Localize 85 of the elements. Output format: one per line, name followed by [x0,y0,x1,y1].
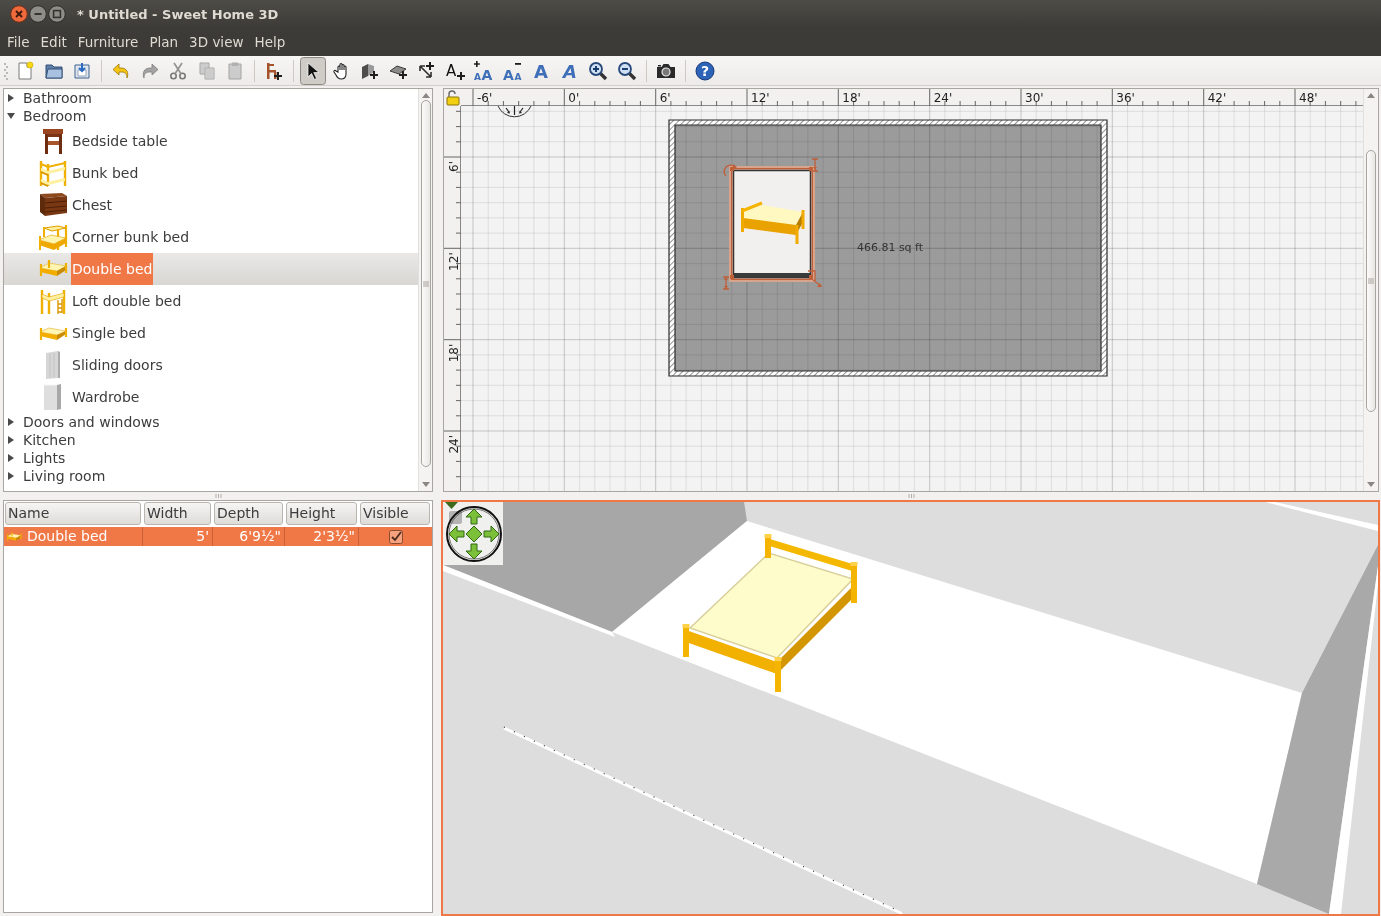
bold-text-icon[interactable]: A [531,60,551,81]
scroll-down-icon[interactable] [1367,482,1375,487]
table-cell: 6'9½" [213,527,285,546]
table-cell: Double bed [27,527,108,546]
catalog-item[interactable]: Bedside table [4,125,418,157]
ruler-label: 6' [447,161,461,172]
ruler-label: 12' [447,252,461,271]
scroll-up-icon[interactable] [421,93,430,98]
chair-plus-icon[interactable] [264,60,284,81]
resize-indicator-icon[interactable] [807,270,822,287]
scrollbar[interactable] [418,89,432,491]
ruler-label: 48' [1299,91,1318,105]
ruler-label: -6' [477,91,493,105]
maximize-icon[interactable] [48,5,66,23]
scroll-down-icon[interactable] [421,482,430,487]
scrollbar-thumb[interactable] [420,100,431,467]
ruler-label: 42' [1207,91,1227,105]
column-header[interactable]: Depth [214,502,283,525]
collapse-triangle-icon[interactable] [7,112,15,120]
padlock-icon[interactable] [446,90,460,106]
menu-item[interactable]: 3D view [188,34,245,50]
rotate-indicator-icon[interactable] [723,164,737,177]
save-icon[interactable] [72,60,92,81]
menu-item[interactable]: Edit [39,34,68,50]
column-header[interactable]: Width [144,502,211,525]
bed-piece[interactable] [729,166,815,282]
visible-checkbox[interactable] [388,529,403,544]
dimension-plus-icon[interactable] [417,60,437,81]
catalog-item[interactable]: Chest [4,189,418,221]
catalog-item[interactable]: Wardrobe [4,381,418,413]
grip-icon [1368,278,1374,284]
zoom-in-icon[interactable] [588,60,608,81]
catalog-item[interactable]: Loft double bed [4,285,418,317]
grip-icon [422,280,429,287]
ruler-label: 36' [1116,91,1135,105]
column-header[interactable]: Name [5,502,141,525]
ruler-label: 18' [842,91,861,105]
column-header[interactable]: Height [286,502,357,525]
catalog-category[interactable]: Bedroom [4,107,418,125]
expand-triangle-icon[interactable] [7,418,15,426]
navigation-arrows-icon[interactable] [443,502,503,565]
catalog-item[interactable]: Sliding doors [4,349,418,381]
catalog-category[interactable]: Living room [4,467,418,485]
menu-item[interactable]: Help [253,34,287,50]
expand-triangle-icon[interactable] [7,454,15,462]
minimize-icon[interactable] [29,5,47,23]
italic-text-icon[interactable]: A [559,60,580,81]
scrollbar[interactable] [1363,89,1378,491]
help-icon[interactable]: ? [694,60,715,81]
ruler-label: 0' [568,91,580,105]
window-title: * Untitled - Sweet Home 3D [77,6,279,22]
catalog-item[interactable]: Bunk bed [4,157,418,189]
ruler-label: 30' [1025,91,1044,105]
expand-triangle-icon[interactable] [7,436,15,444]
close-icon[interactable] [10,5,28,23]
menu-item[interactable]: Plan [148,34,180,50]
catalog-category[interactable]: Bathroom [4,89,418,107]
scrollbar-thumb[interactable] [1366,150,1376,412]
catalog-item[interactable]: Corner bunk bed [4,221,418,253]
menu-item[interactable]: Furniture [76,34,140,50]
bunk-bed-icon [38,158,68,188]
ruler-label: 18' [447,343,461,363]
ruler-label: 12' [751,91,770,105]
catalog-category[interactable]: Lights [4,449,418,467]
splitter-grip-icon[interactable] [214,494,222,498]
expand-triangle-icon[interactable] [7,472,15,480]
ruler-label: 24' [933,91,953,105]
catalog-item[interactable]: Single bed [4,317,418,349]
undo-icon[interactable] [111,60,131,81]
ruler-label: 24' [447,435,461,454]
zoom-out-icon[interactable] [616,60,637,81]
compass-icon [497,105,532,118]
menu-item[interactable]: File [6,34,31,50]
catalog-category[interactable]: Doors and windows [4,413,418,431]
expand-triangle-icon[interactable] [7,94,15,102]
scroll-up-icon[interactable] [1367,93,1375,98]
column-header[interactable]: Visible [360,502,430,525]
toolbar-grip-icon[interactable] [4,61,8,80]
table-cell: 2'3½" [285,527,359,546]
splitter-grip-icon[interactable] [907,494,915,498]
table-cell: 5' [143,527,213,546]
bunk-bed-icon [38,222,68,252]
room-area-label: 466.81 sq ft [856,241,924,254]
catalog-category[interactable]: Kitchen [4,431,418,449]
ruler-label: 6' [659,91,671,105]
